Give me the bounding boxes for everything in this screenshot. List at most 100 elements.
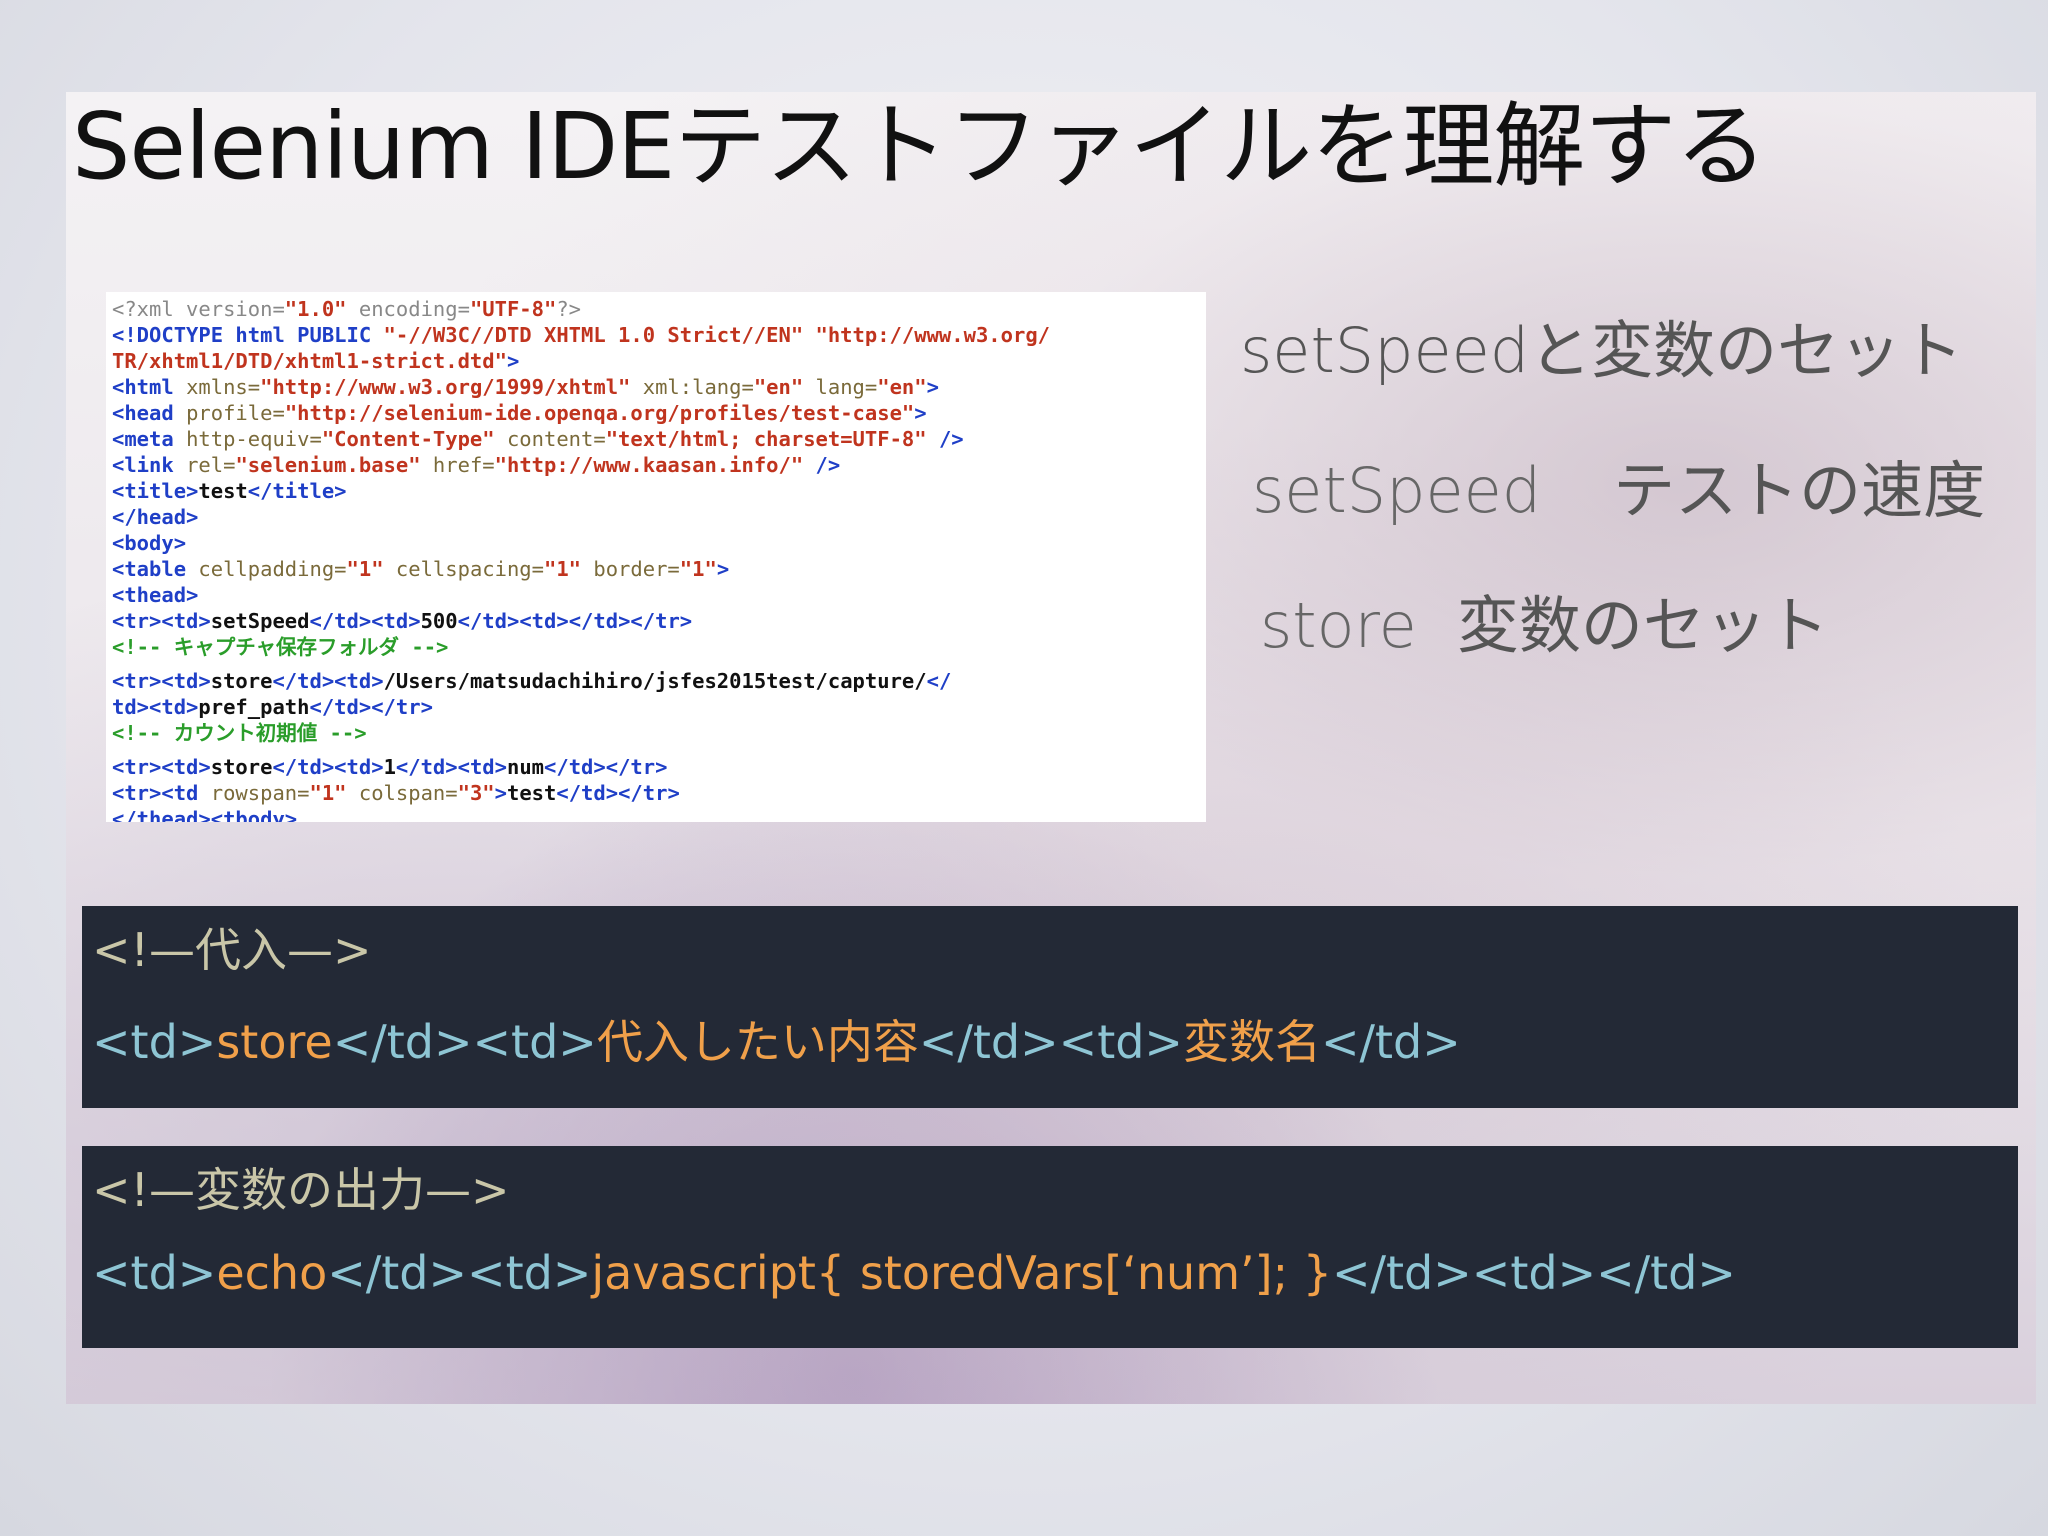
- code-token: </td><td>: [272, 755, 384, 779]
- code-token: </td><td>: [272, 669, 384, 693]
- code-token: "http://selenium-ide.openqa.org/profiles…: [284, 401, 915, 425]
- code-line: td><td>pref_path</td></tr>: [112, 694, 1200, 720]
- code-token: href=: [420, 453, 495, 477]
- code-box-assign: <!—代入—> <td>store</td><td>代入したい内容</td><t…: [82, 906, 2018, 1108]
- code-line: <title>test</title>: [112, 478, 1200, 504]
- code-token: <table: [112, 557, 199, 581]
- code-token: lang=: [803, 375, 878, 399]
- code-token: >: [506, 349, 520, 373]
- code-token: "1": [544, 557, 582, 581]
- code-token: <html: [112, 375, 187, 399]
- code-token: "text/html; charset=UTF-8": [605, 427, 927, 451]
- code-line: <thead>: [112, 582, 1200, 608]
- slide-title: Selenium IDEテストファイルを理解する: [72, 93, 1767, 200]
- code-token: cellpadding=: [198, 557, 347, 581]
- code-token: td><td>: [112, 695, 199, 719]
- code-token: "3": [457, 781, 495, 805]
- code-line: <body>: [112, 530, 1200, 556]
- code-token: >: [716, 557, 730, 581]
- code-token: "en": [877, 375, 927, 399]
- code-token: <thead>: [112, 583, 199, 607]
- side-heading: setSpeedと変数のセット: [1240, 300, 1963, 390]
- code-token: rowspan=: [210, 781, 310, 805]
- code-token: xml:lang=: [630, 375, 754, 399]
- code-token: </thead><tbody>: [112, 807, 298, 822]
- code-token: 500: [420, 609, 458, 633]
- code-line: <tr><td>store</td><td>1</td><td>num</td>…: [112, 754, 1200, 780]
- code-token: "selenium.base": [235, 453, 421, 477]
- code-token: 変数名: [1182, 1015, 1321, 1069]
- code-token: pref_path: [198, 695, 310, 719]
- code-token: "http://www.w3.org/1999/xhtml": [260, 375, 631, 399]
- code-token: /Users/matsudachihiro/jsfes2015test/capt…: [383, 669, 927, 693]
- code-token: </td><td>: [309, 609, 421, 633]
- code-token: "1": [309, 781, 347, 805]
- code-token: "en": [753, 375, 804, 399]
- code-token: profile=: [186, 401, 285, 425]
- code-token: num: [507, 755, 545, 779]
- code-token: <tr><td>: [112, 755, 211, 779]
- code-line: <meta http-equiv="Content-Type" content=…: [112, 426, 1200, 452]
- code-token: "Content-Type": [321, 427, 495, 451]
- code-token: "UTF-8": [469, 297, 557, 321]
- code-token: "1": [346, 557, 384, 581]
- code-token: 1: [383, 755, 396, 779]
- code-line: <!DOCTYPE html PUBLIC "-//W3C//DTD XHTML…: [112, 322, 1200, 348]
- code-token: test: [198, 479, 248, 503]
- code-token: <title>: [112, 479, 199, 503]
- code-line: <tr><td>store</td><td>/Users/matsudachih…: [112, 668, 1200, 694]
- code-token: http-equiv=: [186, 427, 322, 451]
- code-token: </td><td>: [332, 1015, 597, 1069]
- code-token: <!-- カウント初期値 -->: [112, 721, 367, 745]
- code-token: 代入したい内容: [596, 1015, 919, 1069]
- code-token: TR/xhtml1/DTD/xhtml1-strict.dtd": [112, 349, 507, 373]
- code-token: rel=: [186, 453, 236, 477]
- code-token: </td></tr>: [544, 755, 668, 779]
- code-box-comment: <!—変数の出力—>: [92, 1163, 510, 1217]
- code-token: cellspacing=: [383, 557, 544, 581]
- code-line: <tr><td>setSpeed</td><td>500</td><td></t…: [112, 608, 1200, 634]
- code-token: <link: [112, 453, 187, 477]
- code-token: "http://www.kaasan.info/": [494, 453, 804, 477]
- side-item-store: store 変数のセット: [1260, 575, 1829, 665]
- code-line: </thead><tbody>: [112, 806, 1200, 822]
- side-item-desc: 変数のセット: [1456, 589, 1829, 662]
- code-token: </td><td>: [395, 755, 507, 779]
- code-line: <!-- カウント初期値 -->: [112, 720, 1200, 746]
- code-token: </title>: [247, 479, 347, 503]
- code-token: border=: [581, 557, 680, 581]
- code-token: </td><td>: [918, 1015, 1183, 1069]
- code-token: encoding=: [346, 297, 470, 321]
- code-box-line: <td>store</td><td>代入したい内容</td><td>変数名</t…: [92, 1006, 1461, 1072]
- code-token: >: [926, 375, 939, 399]
- code-token: </td><td></td>: [1331, 1246, 1736, 1300]
- code-token: "-//W3C//DTD XHTML 1.0 Strict//EN" "http…: [383, 323, 1051, 347]
- code-line: </head>: [112, 504, 1200, 530]
- code-line: TR/xhtml1/DTD/xhtml1-strict.dtd">: [112, 348, 1200, 374]
- code-token: <tr><td: [112, 781, 211, 805]
- code-token: store: [210, 755, 273, 779]
- code-line: <tr><td rowspan="1" colspan="3">test</td…: [112, 780, 1200, 806]
- side-item-desc: テストの速度: [1613, 454, 1986, 527]
- code-box-line: <td>echo</td><td>javascript{ storedVars[…: [92, 1246, 1736, 1300]
- code-box-comment: <!—代入—>: [92, 923, 372, 977]
- code-token: javascript{ storedVars[‘num’]; }: [591, 1246, 1332, 1300]
- code-token: </: [926, 669, 952, 693]
- code-token: "1": [679, 557, 717, 581]
- code-token: test: [507, 781, 557, 805]
- code-token: <!-- キャプチャ保存フォルダ -->: [112, 635, 449, 659]
- code-token: <!DOCTYPE html PUBLIC: [112, 323, 384, 347]
- code-token: </td><td></td></tr>: [457, 609, 693, 633]
- code-token: <tr><td>: [112, 669, 211, 693]
- code-token: store: [216, 1015, 333, 1069]
- code-token: echo: [216, 1246, 328, 1300]
- code-line: <?xml version="1.0" encoding="UTF-8"?>: [112, 296, 1200, 322]
- code-line: <table cellpadding="1" cellspacing="1" b…: [112, 556, 1200, 582]
- code-line: <html xmlns="http://www.w3.org/1999/xhtm…: [112, 374, 1200, 400]
- code-token: <td>: [92, 1246, 217, 1300]
- side-item-key: store: [1260, 589, 1417, 662]
- code-line: <link rel="selenium.base" href="http://w…: [112, 452, 1200, 478]
- code-token: colspan=: [346, 781, 458, 805]
- code-token: </td><td>: [327, 1246, 592, 1300]
- code-token: </head>: [112, 505, 199, 529]
